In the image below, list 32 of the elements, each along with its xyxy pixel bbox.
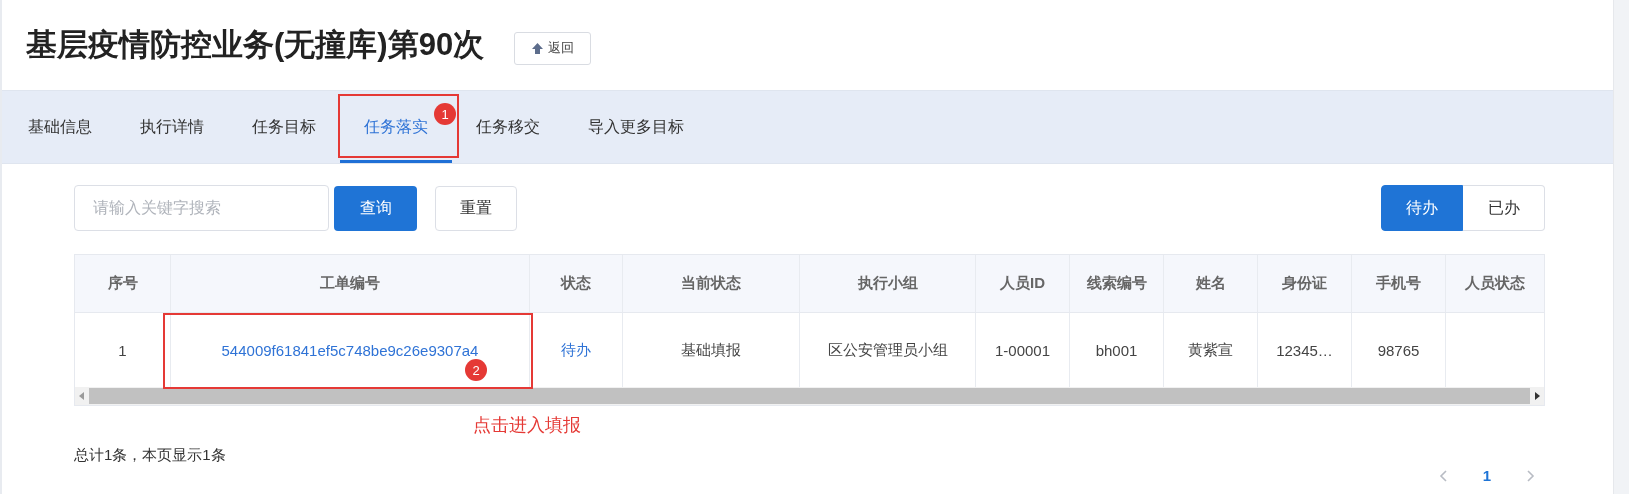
- column-header: 线索编号: [1070, 255, 1164, 312]
- column-header: 人员状态: [1464, 273, 1526, 293]
- search-field[interactable]: 请输入关键字搜索: [74, 185, 329, 231]
- column-header: 身份证: [1258, 255, 1352, 312]
- column-header: 执行小组: [800, 255, 976, 312]
- column-header: 当前状态: [623, 255, 800, 312]
- column-header: 序号: [75, 255, 171, 312]
- annotation-note: 点击进入填报: [473, 414, 581, 437]
- upload-arrow-icon: [531, 41, 545, 55]
- status-toggle[interactable]: 已办: [1463, 185, 1545, 231]
- step-badge: 2: [465, 359, 487, 381]
- status-toggle[interactable]: 待办: [1381, 185, 1463, 231]
- column-header: 姓名: [1164, 255, 1258, 312]
- reset-button[interactable]: 重置: [435, 185, 517, 231]
- back-button[interactable]: 返回: [514, 31, 592, 65]
- summary-text: 总计1条，本页显示1条: [74, 446, 227, 465]
- step-badge: 1: [434, 103, 456, 125]
- chevron-left-icon[interactable]: [1438, 468, 1449, 483]
- column-header: 人员ID: [976, 255, 1070, 312]
- tab[interactable]: 导入更多目标: [564, 91, 708, 163]
- column-header: 手机号: [1352, 255, 1446, 312]
- tab[interactable]: 执行详情: [116, 91, 228, 163]
- page-title: 基层疫情防控业务(无撞库)第90次: [26, 26, 485, 64]
- chevron-right-icon[interactable]: [1525, 468, 1535, 483]
- page-number[interactable]: 1: [1482, 467, 1491, 484]
- column-header: 工单编号: [171, 255, 530, 312]
- column-header: 状态: [530, 255, 623, 312]
- vertical-scrollbar[interactable]: [1613, 0, 1629, 494]
- horizontal-scrollbar[interactable]: [75, 387, 1544, 405]
- query-button[interactable]: 查询: [334, 185, 417, 231]
- tab[interactable]: 基础信息: [4, 91, 116, 163]
- tab[interactable]: 任务目标: [228, 91, 340, 163]
